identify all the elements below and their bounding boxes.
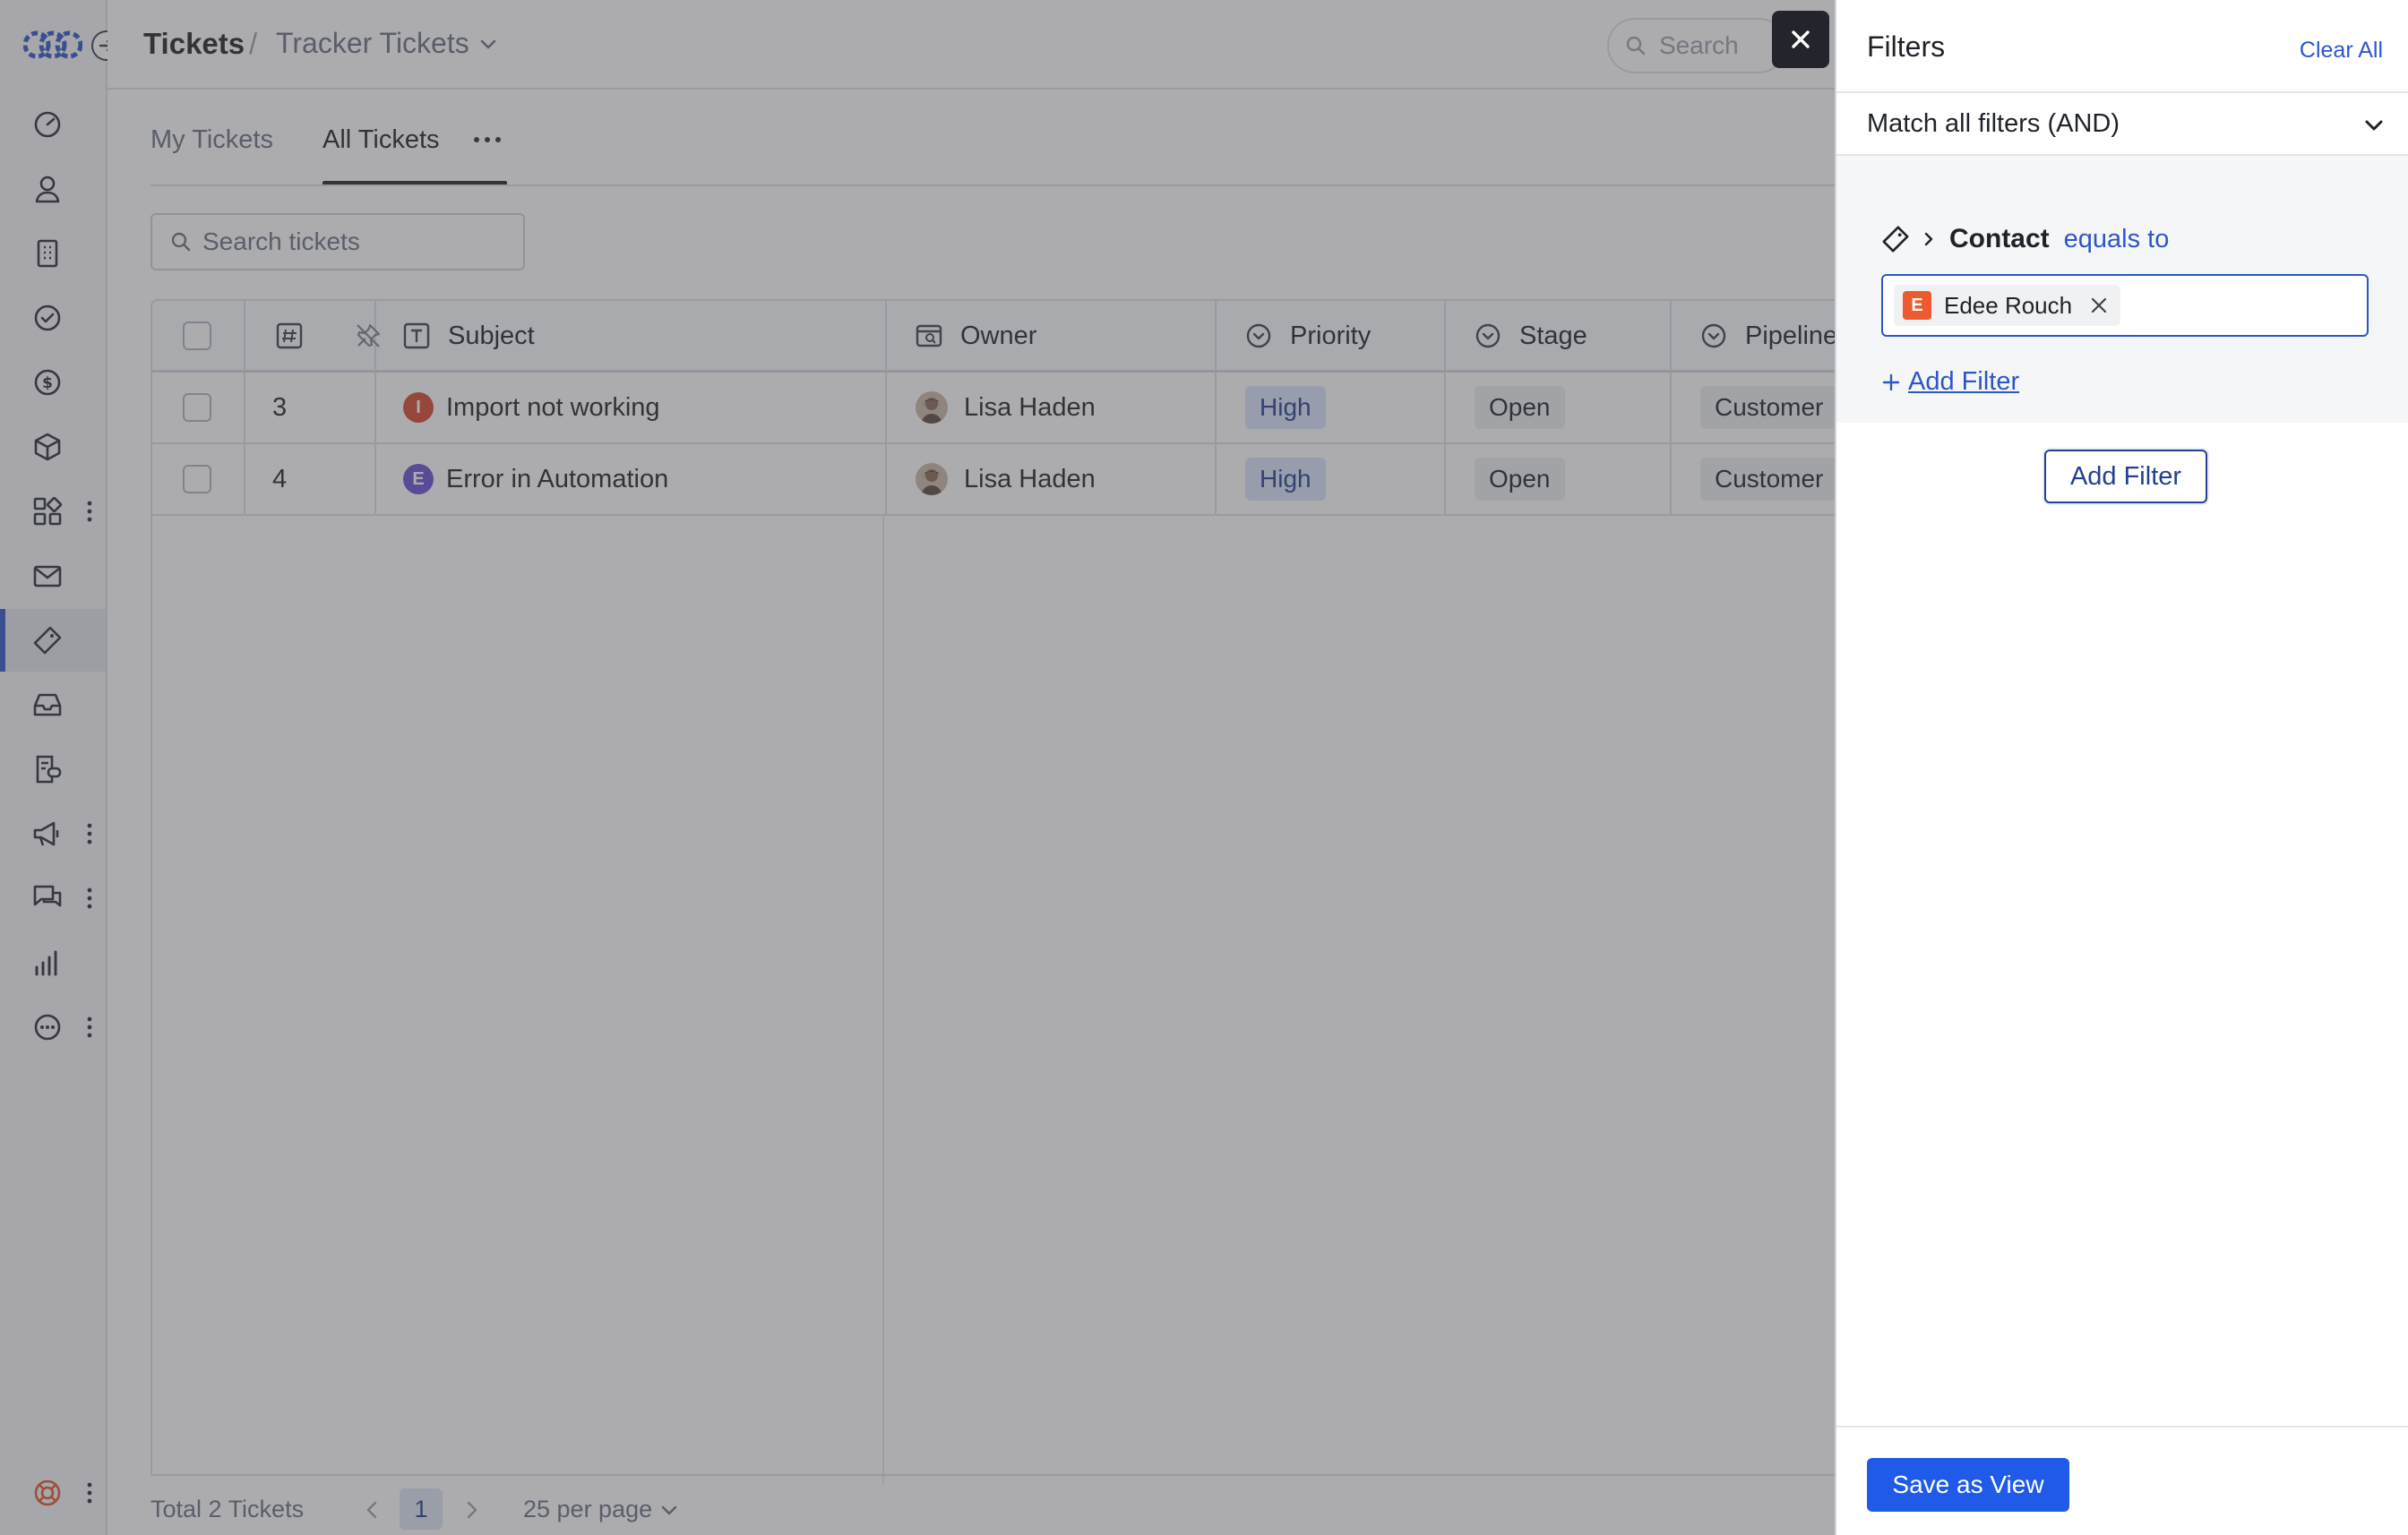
plus-icon (1882, 373, 1900, 390)
add-filter-link-label: Add Filter (1908, 367, 2020, 396)
filters-title: Filters (1867, 30, 1946, 63)
filter-rule-header: Contact equals to (1881, 224, 2169, 254)
filter-group: Contact equals to E Edee Rouch Add Filte… (1836, 156, 2408, 423)
close-icon (1792, 30, 1810, 48)
chevron-down-icon (2365, 120, 2383, 131)
filter-operator-select[interactable]: equals to (2064, 225, 2170, 254)
contact-chip-label: Edee Rouch (1944, 291, 2073, 319)
filters-footer: Save as View (1836, 1426, 2408, 1535)
tickets-icon (1882, 226, 1909, 253)
close-filters-button[interactable] (1772, 11, 1829, 68)
filter-value-input[interactable]: E Edee Rouch (1881, 274, 2369, 337)
filter-field-label[interactable]: Contact (1949, 224, 2050, 254)
save-as-view-button[interactable]: Save as View (1867, 1458, 2069, 1512)
contact-chip: E Edee Rouch (1894, 285, 2121, 326)
contact-initial-badge: E (1903, 291, 1931, 320)
clear-all-button[interactable]: Clear All (2300, 38, 2383, 64)
match-mode-select[interactable]: Match all filters (AND) (1836, 91, 2408, 156)
chevron-right-icon (1924, 232, 1933, 246)
match-mode-label: Match all filters (AND) (1867, 108, 2120, 138)
filters-panel: Filters Clear All Match all filters (AND… (1835, 0, 2408, 1535)
modal-backdrop[interactable] (0, 0, 1835, 1535)
add-filter-button[interactable]: Add Filter (2044, 450, 2207, 503)
add-filter-link[interactable]: Add Filter (1881, 367, 2019, 397)
close-icon[interactable] (2090, 296, 2108, 314)
